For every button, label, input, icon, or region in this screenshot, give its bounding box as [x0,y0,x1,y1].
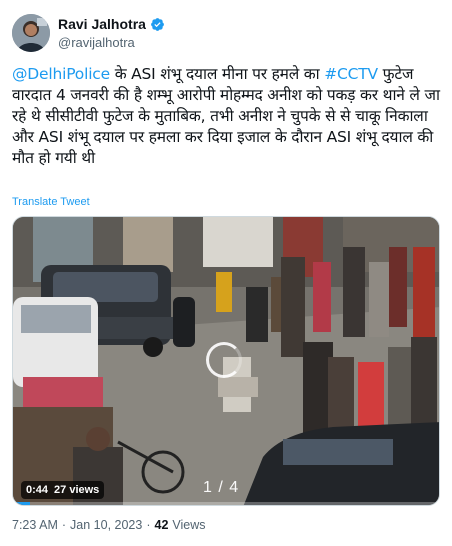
meta-separator-2: · [146,518,151,532]
media-pager: 1 / 4 [203,479,240,496]
tweet-card: Ravi Jalhotra @ravijalhotra @DelhiPolice… [0,0,452,546]
user-handle[interactable]: @ravijalhotra [58,35,135,50]
tweet-text-part-1: के ASI शंभू दयाल मीना पर हमले का [109,65,325,83]
tweet-time[interactable]: 7:23 AM [12,518,58,532]
tweet-date[interactable]: Jan 10, 2023 [70,518,142,532]
video-time-badge: 0:44 27 views [21,481,105,499]
meta-separator: · [61,518,67,532]
display-name[interactable]: Ravi Jalhotra [58,16,146,32]
video-player[interactable]: 0:44 27 views 1 / 4 [12,216,440,506]
tweet-text: @DelhiPolice के ASI शंभू दयाल मीना पर हम… [12,64,440,169]
name-row: Ravi Jalhotra [58,16,165,32]
tweet-header: Ravi Jalhotra @ravijalhotra [12,14,440,54]
video-views: 27 views [54,484,100,496]
mention-link[interactable]: @DelhiPolice [12,65,110,83]
views-count: 42 [154,518,169,532]
tweet-meta: 7:23 AM · Jan 10, 2023 · 42 Views [12,518,206,532]
video-progress-fill [13,502,31,505]
verified-badge-icon [150,17,165,32]
video-progress-track[interactable] [13,502,439,505]
loading-spinner-icon [206,342,242,378]
avatar[interactable] [12,14,50,52]
video-elapsed: 0:44 [26,484,49,496]
views-label: Views [172,518,206,532]
translate-tweet-link[interactable]: Translate Tweet [12,196,90,208]
hashtag-link[interactable]: #CCTV [324,65,378,83]
